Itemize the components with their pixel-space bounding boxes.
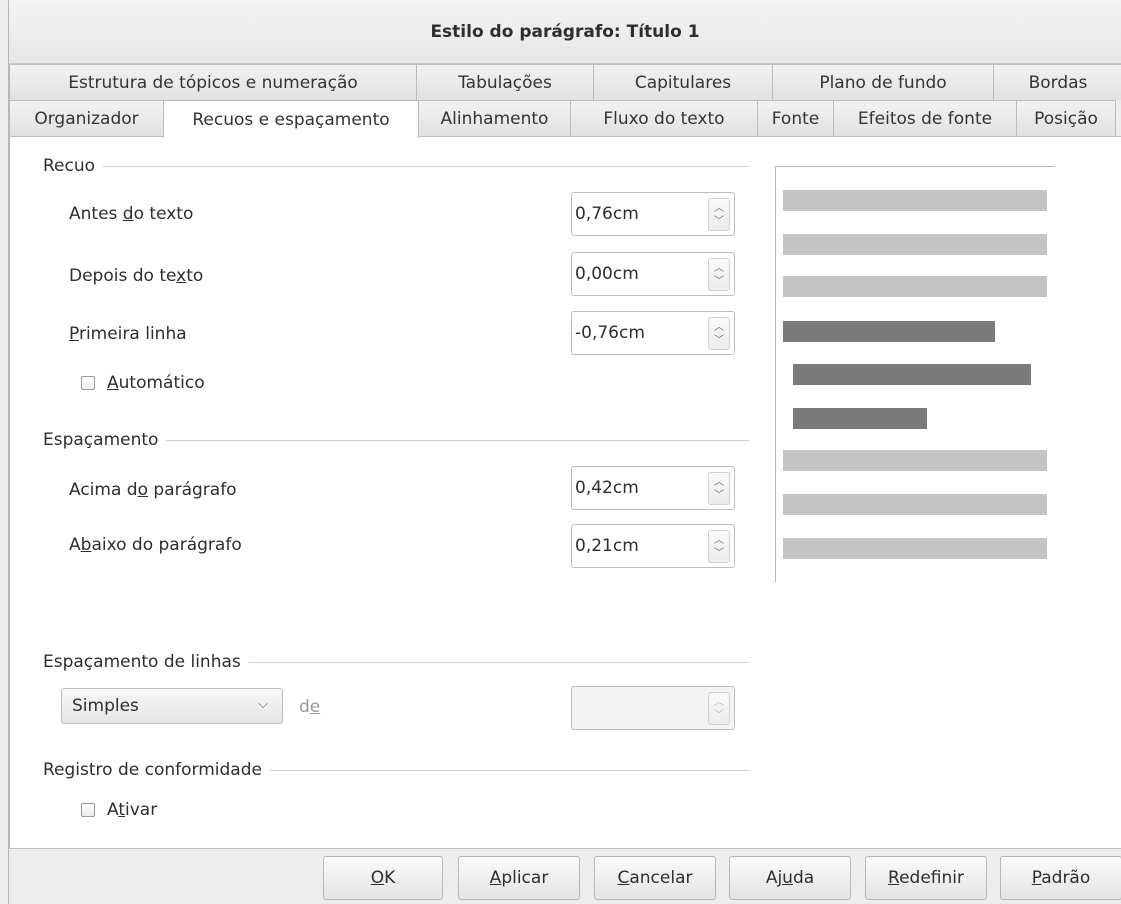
after-text-label: Depois do texto [69,266,204,286]
before-text-label: Antes do texto [69,204,194,224]
standard-button[interactable]: Padrão [1000,856,1121,900]
separator-line [103,165,749,167]
tab-text-flow[interactable]: Fluxo do texto [570,100,758,136]
tab-background[interactable]: Plano de fundo [772,64,994,100]
paragraph-style-dialog: Estilo do parágrafo: Título 1 Estrutura … [8,0,1121,904]
line-spacing-section-header: Espaçamento de linhas [43,652,749,672]
chevron-down-icon[interactable]: ﹀ [714,275,724,288]
tab-tabs[interactable]: Tabulações [416,64,594,100]
preview-line-before [783,234,1047,255]
spin-buttons[interactable]: ︿ ﹀ [708,198,730,231]
preview-line-after [783,494,1047,515]
first-line-spinbox[interactable]: -0,76cm ︿ ﹀ [571,311,735,355]
apply-button[interactable]: Aplicar [458,856,580,900]
chevron-up-icon[interactable]: ︿ [714,476,724,489]
tab-borders[interactable]: Bordas [993,64,1121,100]
chevron-up-icon[interactable]: ︿ [714,321,724,334]
chevron-down-icon[interactable]: ﹀ [714,215,724,228]
chevron-up-icon[interactable]: ︿ [714,262,724,275]
cancel-button[interactable]: Cancelar [594,856,716,900]
spin-buttons[interactable]: ︿ ﹀ [708,692,730,725]
activate-label: Ativar [107,800,158,820]
preview-line-after [783,538,1047,559]
preview-line-before [783,190,1047,211]
tab-font-effects[interactable]: Efeitos de fonte [833,100,1017,136]
tab-row-bottom: Organizador Recuos e espaçamento Alinham… [9,100,1116,138]
help-button[interactable]: Ajuda [729,856,851,900]
tab-drop-caps[interactable]: Capitulares [593,64,773,100]
above-paragraph-label: Acima do parágrafo [69,480,237,500]
indent-section-header: Recuo [43,156,749,176]
tab-outline-numbering[interactable]: Estrutura de tópicos e numeração [9,64,417,100]
tab-indents-spacing[interactable]: Recuos e espaçamento [163,100,419,138]
dialog-title: Estilo do parágrafo: Título 1 [430,21,700,42]
line-spacing-value-spinbox[interactable]: ︿ ﹀ [571,686,735,730]
automatic-checkbox-row[interactable]: Automático [81,373,205,393]
line-spacing-dropdown[interactable]: Simples ⌵ [61,688,283,724]
reset-button[interactable]: Redefinir [865,856,987,900]
preview-line-current [793,408,927,429]
preview-line-after [783,450,1047,471]
separator-line [248,661,749,663]
chevron-down-icon: ⌵ [258,697,268,712]
title-bar[interactable]: Estilo do parágrafo: Título 1 [9,0,1121,64]
paragraph-preview [775,166,1057,582]
chevron-down-icon[interactable]: ﹀ [714,547,724,560]
tab-alignment[interactable]: Alinhamento [418,100,571,136]
first-line-label: Primeira linha [69,324,187,344]
spin-buttons[interactable]: ︿ ﹀ [708,530,730,563]
ok-button[interactable]: OK [323,856,443,900]
register-true-section-header: Registro de conformidade [43,760,749,780]
of-label: de [299,697,321,717]
chevron-down-icon[interactable]: ﹀ [714,334,724,347]
above-paragraph-spinbox[interactable]: 0,42cm ︿ ﹀ [571,466,735,510]
preview-line-current [783,321,995,342]
chevron-up-icon[interactable]: ︿ [714,202,724,215]
spin-buttons[interactable]: ︿ ﹀ [708,258,730,291]
tab-organizer[interactable]: Organizador [9,100,164,136]
below-paragraph-spinbox[interactable]: 0,21cm ︿ ﹀ [571,524,735,568]
after-text-spinbox[interactable]: 0,00cm ︿ ﹀ [571,252,735,296]
chevron-down-icon[interactable]: ﹀ [714,489,724,502]
spin-buttons[interactable]: ︿ ﹀ [708,472,730,505]
separator-line [166,439,749,441]
tab-position[interactable]: Posição [1016,100,1116,136]
below-paragraph-label: Abaixo do parágrafo [69,535,242,555]
preview-line-current [793,364,1031,385]
tab-font[interactable]: Fonte [757,100,834,136]
preview-line-before [783,276,1047,297]
tab-row-top: Estrutura de tópicos e numeração Tabulaç… [9,64,1121,100]
before-text-spinbox[interactable]: 0,76cm ︿ ﹀ [571,192,735,236]
spin-buttons[interactable]: ︿ ﹀ [708,317,730,350]
automatic-checkbox[interactable] [81,376,95,390]
preview-top-border [775,166,1055,167]
chevron-up-icon[interactable]: ︿ [714,696,724,709]
spacing-section-header: Espaçamento [43,430,749,450]
chevron-up-icon[interactable]: ︿ [714,534,724,547]
separator-line [269,769,749,771]
activate-checkbox[interactable] [81,803,95,817]
chevron-down-icon[interactable]: ﹀ [714,709,724,722]
automatic-label: Automático [107,373,205,393]
activate-checkbox-row[interactable]: Ativar [81,800,157,820]
preview-left-border [775,166,776,582]
